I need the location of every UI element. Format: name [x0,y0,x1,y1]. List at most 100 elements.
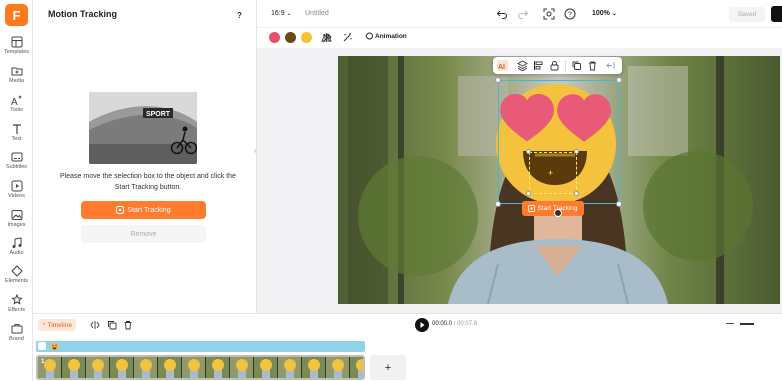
export-button[interactable] [771,6,782,22]
add-clip-button[interactable]: + [370,355,406,380]
aspect-ratio-value: 16:9 [271,10,285,17]
remove-label: Remove [130,230,157,238]
sidebar-item-label: Videos [8,193,25,199]
start-tracking-button[interactable]: Start Tracking [81,201,206,219]
sidebar-item-effects[interactable]: Effects [0,294,33,318]
tracking-handle-tl[interactable] [526,149,531,154]
undo-icon[interactable] [496,8,508,20]
timeline-area: ◔ Timeline 00:00.0 / 00:07.8 1 + [33,313,782,381]
timeline-delete-icon[interactable] [123,320,133,330]
svg-text:?: ? [568,12,572,19]
sidebar-item-images[interactable]: Images [0,209,33,233]
align-icon[interactable] [533,60,544,71]
tracking-handle-br[interactable] [574,191,579,196]
tools-icon: A [11,95,22,106]
duplicate-icon[interactable] [571,60,582,71]
timeline-duplicate-icon[interactable] [107,320,117,330]
chevron-down-icon: ⌄ [611,11,617,17]
layers-icon[interactable] [517,60,528,71]
sidebar-item-media[interactable]: Media [0,65,33,89]
sidebar-item-label: Templates [3,49,30,55]
zoom-select[interactable]: 100% ⌄ [592,10,617,17]
color-swatch-brown[interactable] [285,32,296,43]
tracking-preview-thumbnail: SPORT [89,92,197,164]
resize-handle-top-left[interactable] [495,77,501,83]
panel-collapse-handle[interactable]: ‹ [254,148,260,162]
help-circle-icon[interactable]: ? [564,8,576,20]
frame-emoji [236,359,248,371]
target-icon [528,205,536,212]
screenshot-icon[interactable] [543,8,555,20]
sidebar-item-text[interactable]: Text [0,123,33,147]
tracking-handle-tr[interactable] [574,149,579,154]
sticker-track[interactable] [36,341,365,352]
animation-button[interactable]: Animation [365,32,407,40]
media-icon [11,67,22,76]
frame-emoji [116,359,128,371]
split-icon[interactable] [90,320,100,330]
sidebar-item-templates[interactable]: Templates [0,36,33,60]
total-time: 00:07.8 [457,321,478,327]
sidebar-item-tools[interactable]: A Tools [0,94,33,118]
panel-title: Motion Tracking [48,9,118,19]
animation-icon [365,32,373,40]
sidebar-item-label: Elements [5,278,28,284]
frame-emoji [92,359,104,371]
sidebar-item-brand[interactable]: Brand [0,323,33,347]
resize-handle-bottom-right[interactable] [616,201,622,207]
help-button[interactable]: ? [237,11,242,20]
frame-emoji [44,359,56,371]
sidebar-item-videos[interactable]: Videos [0,180,33,204]
zoom-out-icon[interactable] [726,323,734,324]
sidebar-item-elements[interactable]: Elements [0,265,33,289]
tracking-handle-bl[interactable] [526,191,531,196]
tracking-instructions: Please move the selection box to the obj… [60,173,236,191]
sidebar-item-audio[interactable]: Audio [0,237,33,261]
start-tracking-label: Start Tracking [127,206,171,214]
sidebar-item-subtitles[interactable]: Subtitles [0,151,33,175]
timeline-label: Timeline [47,321,72,329]
resize-handle-bottom-left[interactable] [495,201,501,207]
add-clip-label: + [384,361,392,374]
color-swatch-yellow[interactable] [301,32,312,43]
ai-text-icon[interactable]: AI [497,60,508,71]
images-icon [11,210,22,220]
svg-text:AI: AI [498,64,505,71]
play-icon [420,322,425,328]
timeline-zoom-slider[interactable] [740,323,754,325]
app-logo[interactable]: F [5,4,28,26]
audio-icon [12,237,21,248]
canvas-start-tracking-button[interactable]: Start Tracking [522,201,584,216]
aspect-ratio-select[interactable]: 16:9 ⌄ [271,10,292,17]
chevron-down-icon: ⌄ [286,11,292,17]
clock-icon: ◔ [42,322,46,328]
redo-icon[interactable] [517,8,529,20]
brand-icon [11,324,22,334]
saved-button[interactable]: Saved [729,7,765,22]
rotate-handle-icon[interactable] [554,209,562,217]
sidebar-item-label: Brand [9,336,24,342]
timecode: 00:00.0 / 00:07.8 [432,321,477,327]
video-track[interactable]: 1 [36,355,365,380]
remove-button[interactable]: Remove [81,225,206,243]
zoom-value: 100% [592,10,610,17]
frame-emoji [68,359,80,371]
flip-icon[interactable] [321,32,332,43]
sidebar-item-label: Effects [8,307,25,313]
frame-emoji [212,359,224,371]
frame-emoji [332,359,344,371]
sidebar-item-label: Media [9,78,24,84]
collapse-toolbar-icon[interactable] [606,60,617,71]
delete-icon[interactable] [587,60,598,71]
color-swatch-pink[interactable] [269,32,280,43]
frame-emoji [260,359,272,371]
timeline-toggle[interactable]: ◔ Timeline [38,319,76,331]
left-sidebar: F Templates Media A Tools Text Subtitles… [0,0,33,381]
project-title[interactable]: Untitled [305,10,329,17]
frame-emoji [308,359,320,371]
play-button[interactable] [415,318,429,332]
lock-icon[interactable] [549,60,560,71]
resize-handle-top-right[interactable] [616,77,622,83]
magic-wand-icon[interactable] [342,32,353,43]
animation-label: Animation [375,32,407,40]
